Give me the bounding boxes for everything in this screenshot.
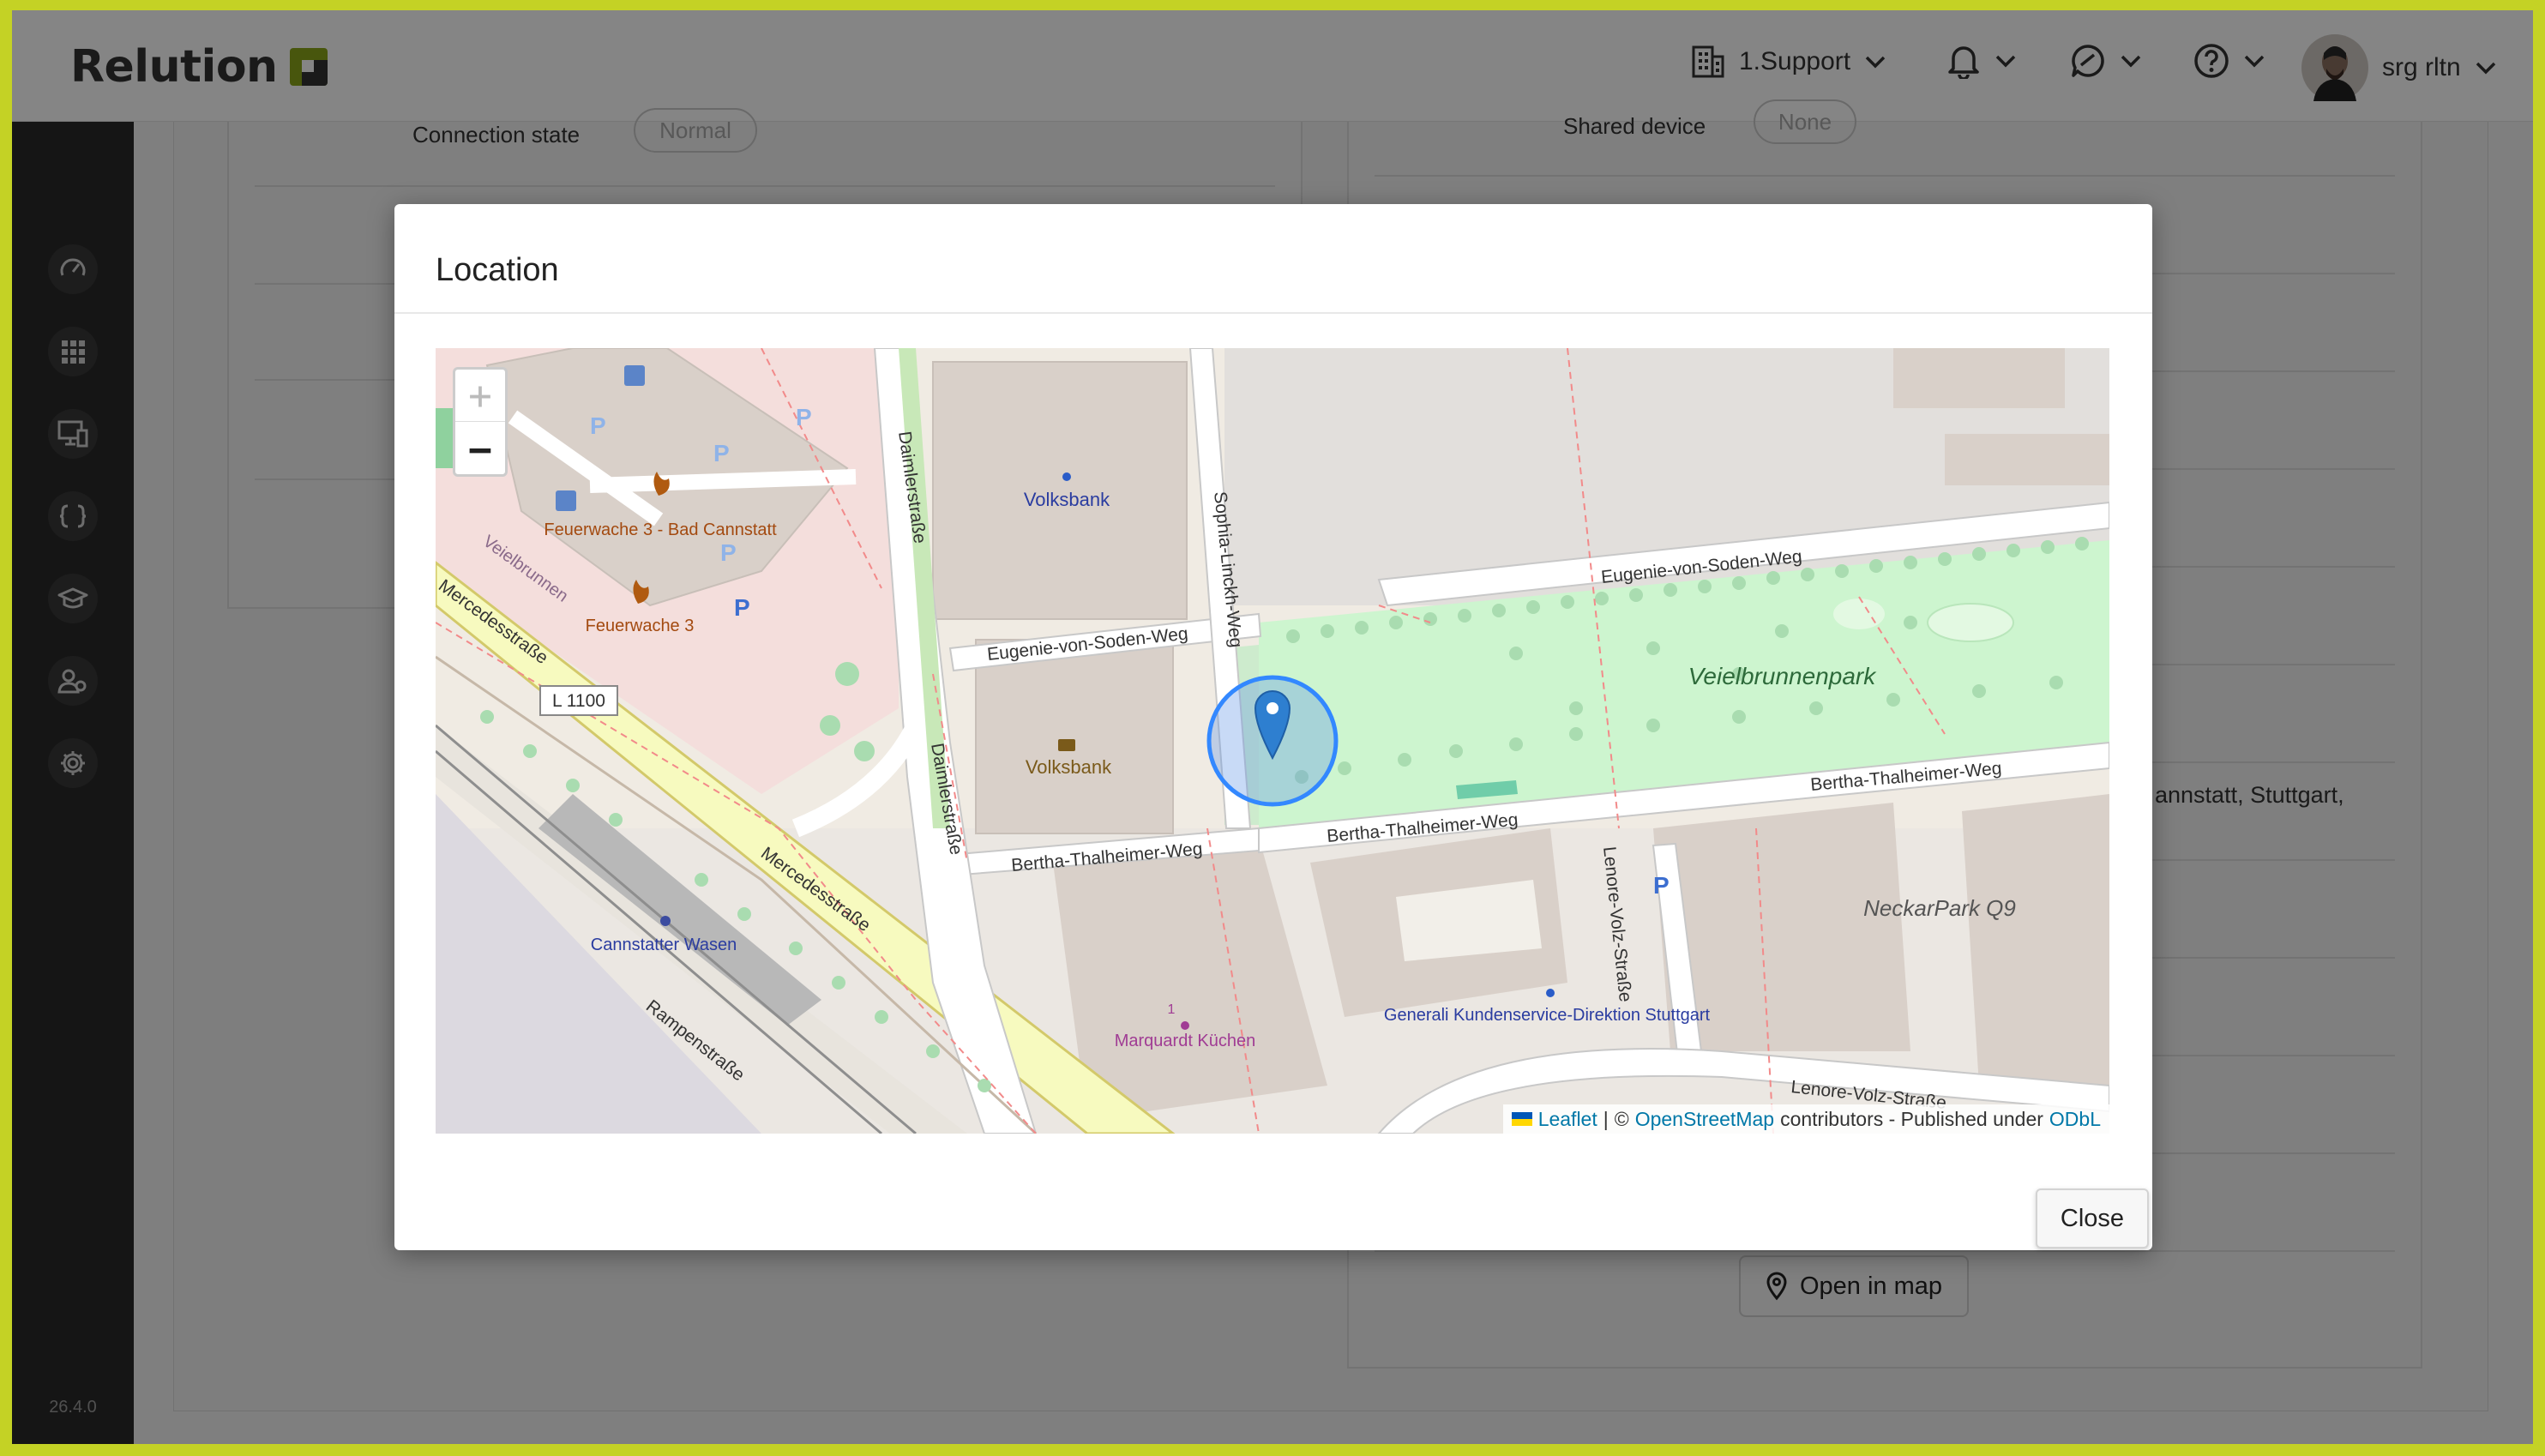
dialog-title: Location — [436, 252, 559, 288]
map-label-rampen: Rampenstraße — [642, 996, 749, 1086]
map-attribution: Leaflet | © OpenStreetMap contributors -… — [1502, 1104, 2109, 1134]
map-label-cannstatter: Cannstatter Wasen — [591, 936, 737, 954]
map-parking-2: P — [713, 440, 730, 466]
attribution-copyright: © — [1614, 1107, 1629, 1130]
map-parking-3: P — [796, 404, 812, 430]
map-label-eugenie-right: Eugenie-von-Soden-Weg — [1600, 546, 1803, 587]
location-map[interactable]: Volksbank Generali Kundenservice-Direkti… — [436, 348, 2109, 1134]
dialog-divider — [394, 312, 2152, 314]
odbl-link[interactable]: ODbL — [2049, 1108, 2101, 1131]
leaflet-link[interactable]: Leaflet — [1538, 1108, 1597, 1131]
attribution-separator: | — [1603, 1107, 1609, 1130]
openstreetmap-link[interactable]: OpenStreetMap — [1635, 1108, 1774, 1131]
map-label-eugenie-left: Eugenie-von-Soden-Weg — [986, 623, 1189, 664]
map-parking-6: P — [1653, 872, 1670, 899]
attribution-contributors: contributors - Published under — [1780, 1107, 2043, 1130]
app-frame: Relution 1.Support srg rltn 26.4.0 Conne… — [12, 10, 2533, 1444]
map-parking-4: P — [720, 539, 737, 566]
ukraine-flag-icon — [1511, 1112, 1532, 1126]
map-parking-5: P — [734, 594, 750, 621]
map-label-daimler-1: Daimlerstraße — [894, 430, 930, 544]
map-label-bertha-mid: Bertha-Thalheimer-Weg — [1326, 810, 1519, 846]
zoom-in-button[interactable]: + — [455, 370, 505, 422]
map-label-volksbank-bottom: Volksbank — [1026, 756, 1112, 778]
map-label-volksbank-top: Volksbank — [1024, 489, 1110, 510]
map-label-marquardt-number: 1 — [1168, 1002, 1176, 1017]
location-dialog: Location Volksbank Generali Kundenservic… — [394, 204, 2152, 1250]
map-label-bertha-right: Bertha-Thalheimer-Weg — [1809, 759, 2002, 795]
map-label-marquardt: Marquardt Küchen — [1115, 1032, 1256, 1050]
map-parking-1: P — [590, 412, 606, 439]
map-label-feuerwache-2: Feuerwache 3 — [586, 617, 695, 635]
map-label-daimler-2: Daimlerstraße — [927, 742, 966, 857]
map-label-lenore-volz-1: Lenore-Volz-Straße — [1599, 845, 1635, 1003]
map-label-mercedes-2: Mercedesstraße — [757, 843, 874, 936]
map-label-feuerwache-1: Feuerwache 3 - Bad Cannstatt — [544, 520, 777, 539]
map-zoom-control: + − — [453, 367, 508, 477]
map-label-bertha-left: Bertha-Thalheimer-Weg — [1010, 839, 1203, 875]
map-label-veielbrunnen-street: Veielbrunnen — [479, 532, 571, 605]
close-button[interactable]: Close — [2036, 1188, 2149, 1248]
map-label-neckarpark: NeckarPark Q9 — [1863, 895, 2016, 921]
zoom-out-button[interactable]: − — [455, 423, 505, 475]
map-label-mercedes-1: Mercedesstraße — [436, 575, 551, 668]
map-label-l1100: L 1100 — [552, 691, 605, 711]
map-label-park: Veielbrunnenpark — [1688, 663, 1877, 689]
map-labels: Volksbank Generali Kundenservice-Direkti… — [436, 404, 2016, 1113]
map-label-generali: Generali Kundenservice-Direktion Stuttga… — [1384, 1006, 1711, 1025]
map-label-sophia: Sophia-Linckh-Weg — [1210, 490, 1246, 648]
